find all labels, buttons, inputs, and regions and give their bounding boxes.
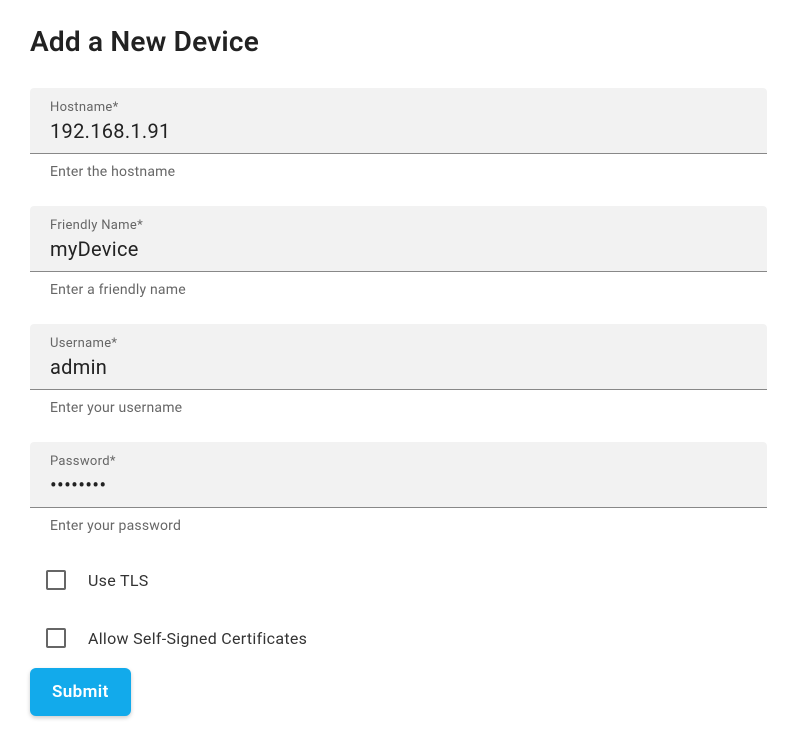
allow-self-signed-label: Allow Self-Signed Certificates xyxy=(88,629,307,648)
username-field-group: Username* Enter your username xyxy=(30,324,767,434)
hostname-helper: Enter the hostname xyxy=(30,154,767,198)
use-tls-row[interactable]: Use TLS xyxy=(30,560,767,600)
hostname-field-group: Hostname* Enter the hostname xyxy=(30,88,767,198)
friendly-name-helper: Enter a friendly name xyxy=(30,272,767,316)
submit-button[interactable]: Submit xyxy=(30,668,131,716)
password-label: Password* xyxy=(50,454,747,469)
hostname-input[interactable] xyxy=(50,119,747,143)
username-input[interactable] xyxy=(50,355,747,379)
username-label: Username* xyxy=(50,336,747,351)
friendly-name-label: Friendly Name* xyxy=(50,218,747,233)
allow-self-signed-checkbox[interactable] xyxy=(46,628,66,648)
hostname-label: Hostname* xyxy=(50,100,747,115)
friendly-name-input-wrapper[interactable]: Friendly Name* xyxy=(30,206,767,272)
username-input-wrapper[interactable]: Username* xyxy=(30,324,767,390)
username-helper: Enter your username xyxy=(30,390,767,434)
password-input[interactable] xyxy=(50,473,747,497)
page-title: Add a New Device xyxy=(30,25,767,58)
hostname-input-wrapper[interactable]: Hostname* xyxy=(30,88,767,154)
password-input-wrapper[interactable]: Password* xyxy=(30,442,767,508)
password-field-group: Password* Enter your password xyxy=(30,442,767,552)
use-tls-checkbox[interactable] xyxy=(46,570,66,590)
friendly-name-input[interactable] xyxy=(50,237,747,261)
allow-self-signed-row[interactable]: Allow Self-Signed Certificates xyxy=(30,618,767,658)
use-tls-label: Use TLS xyxy=(88,571,149,590)
friendly-name-field-group: Friendly Name* Enter a friendly name xyxy=(30,206,767,316)
password-helper: Enter your password xyxy=(30,508,767,552)
